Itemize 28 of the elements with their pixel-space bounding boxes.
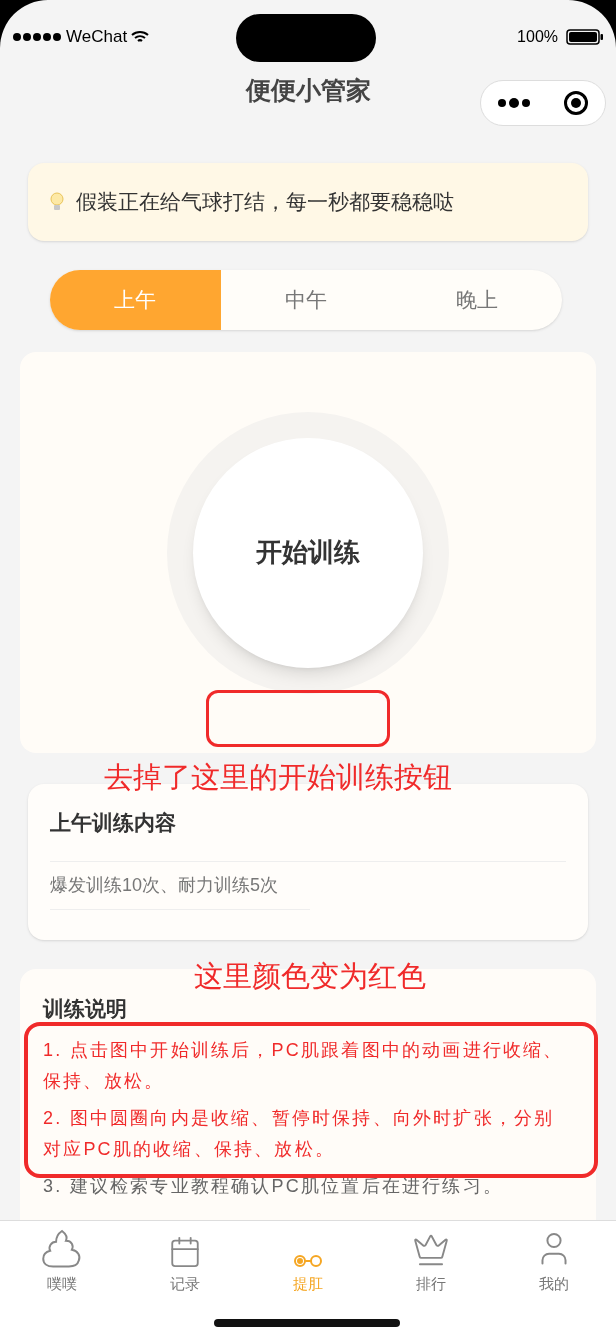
signal-icon (12, 32, 62, 42)
annotation-text: 这里颜色变为红色 (194, 959, 426, 994)
instruction-text: 2. 图中圆圈向内是收缩、暂停时保持、向外时扩张，分别对应PC肌的收缩、保持、放松。 (43, 1106, 556, 1161)
instructions-title: 训练说明 (43, 996, 128, 1022)
battery-icon (566, 29, 604, 45)
content-text: 爆发训练10次、耐力训练5次 (50, 874, 279, 897)
content-title: 上午训练内容 (50, 809, 176, 836)
capsule-menu[interactable] (480, 80, 606, 126)
link-icon (293, 1252, 323, 1269)
segment-tab[interactable]: 晚上 (391, 270, 562, 330)
page-title: 便便小管家 (245, 75, 371, 106)
battery-level: 100% (517, 27, 558, 47)
annotation-text: 去掉了这里的开始训练按钮 (104, 760, 452, 795)
instruction-text: 1. 点击图中开始训练后，PC肌跟着图中的动画进行收缩、保持、放松。 (43, 1038, 565, 1093)
bulb-icon (50, 192, 64, 212)
more-icon[interactable] (497, 98, 531, 108)
instruction-text: 3. 建议检索专业教程确认PC肌位置后在进行练习。 (43, 1174, 505, 1198)
close-icon[interactable] (563, 90, 589, 116)
tab-bar-item[interactable]: 噗噗 (0, 1229, 124, 1295)
tab-bar-item[interactable]: 排行 (369, 1229, 493, 1295)
tab-bar-item[interactable]: 我的 (492, 1229, 616, 1295)
poop-icon (40, 1229, 83, 1269)
tab-bar-item[interactable]: 记录 (123, 1229, 247, 1295)
tip-text: 假装正在给气球打结，每一秒都要稳稳哒 (76, 189, 454, 216)
segment-tab[interactable]: 中午 (220, 270, 392, 330)
wifi-icon (131, 30, 150, 44)
start-training-button[interactable]: 开始训练 (193, 437, 423, 668)
carrier-name: WeChat (66, 26, 128, 49)
